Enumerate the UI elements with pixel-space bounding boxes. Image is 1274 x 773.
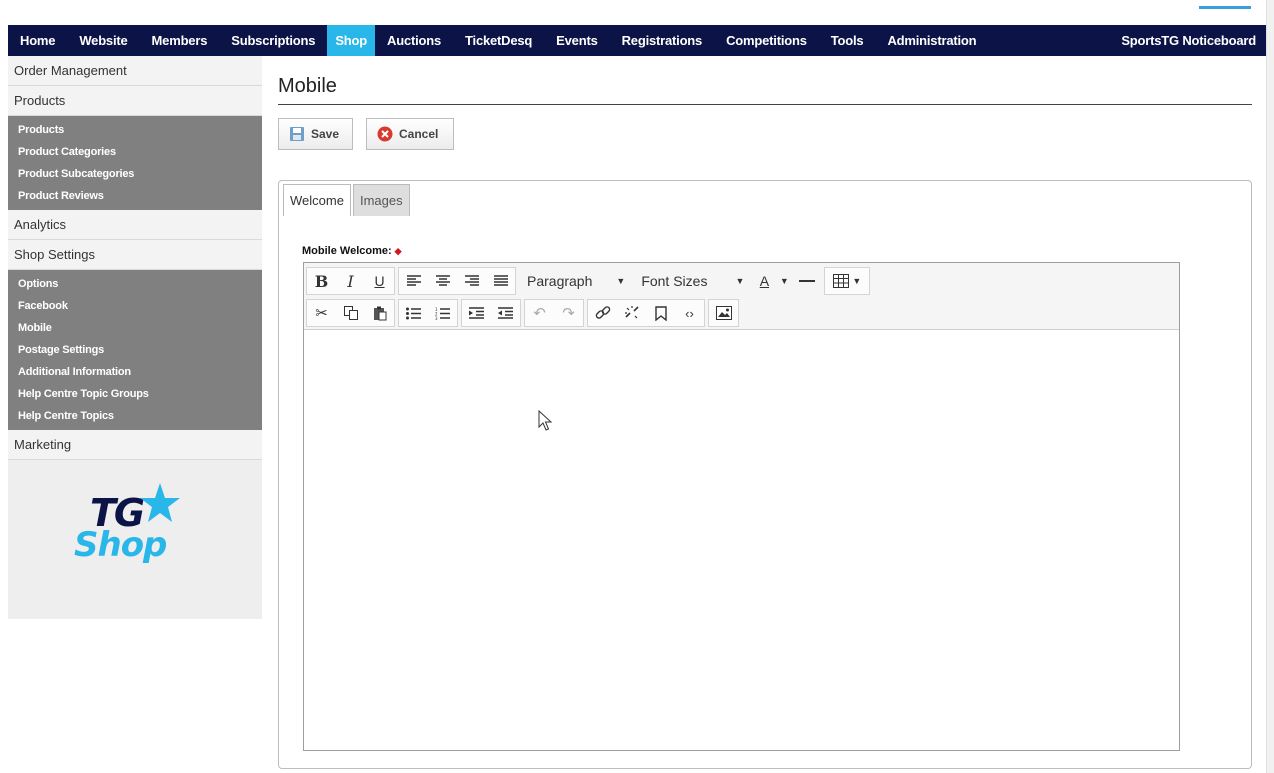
source-code-icon[interactable]: ‹› [675, 300, 704, 326]
decrease-indent-icon[interactable] [462, 300, 491, 326]
align-left-icon[interactable] [399, 268, 428, 294]
text-color-button[interactable]: A [752, 268, 776, 294]
align-right-icon[interactable] [457, 268, 486, 294]
mobile-welcome-label: Mobile Welcome: ◆ [302, 245, 402, 257]
sidebar: Order Management Products Products Produ… [8, 56, 262, 619]
link-icon[interactable] [588, 300, 617, 326]
svg-text:3: 3 [435, 316, 438, 320]
editor-content-area[interactable] [304, 330, 1179, 750]
tab-welcome[interactable]: Welcome [283, 184, 351, 216]
toolbar-row-1: B I U Paragraph ▼ Font Sizes ▼ A ▼ ▼ [306, 266, 873, 296]
nav-auctions[interactable]: Auctions [375, 25, 453, 56]
top-navigation: Home Website Members Subscriptions Shop … [8, 25, 1266, 56]
nav-competitions[interactable]: Competitions [714, 25, 819, 56]
unlink-icon[interactable] [617, 300, 646, 326]
tab-images[interactable]: Images [352, 184, 410, 216]
format-select-value: Paragraph [527, 273, 593, 289]
toolbar-row-2: ✂ 123 ↶ ↷ ‹› [306, 298, 742, 328]
undo-icon[interactable]: ↶ [525, 300, 554, 326]
field-label-text: Mobile Welcome: [302, 245, 392, 257]
cancel-label: Cancel [399, 127, 439, 141]
increase-indent-icon[interactable] [491, 300, 520, 326]
rich-text-editor: B I U Paragraph ▼ Font Sizes ▼ A ▼ ▼ ✂ 1… [303, 262, 1180, 751]
page-scrollbar[interactable] [1266, 0, 1274, 773]
numbered-list-icon[interactable]: 123 [428, 300, 457, 326]
nav-ticketdesq[interactable]: TicketDesq [453, 25, 544, 56]
bookmark-icon[interactable] [646, 300, 675, 326]
floppy-disk-icon [289, 126, 305, 142]
sidebar-item-mobile[interactable]: Mobile [8, 317, 262, 339]
chevron-down-icon: ▼ [735, 276, 745, 286]
font-size-select[interactable]: Font Sizes ▼ [633, 268, 752, 294]
nav-members[interactable]: Members [140, 25, 220, 56]
page-title: Mobile [278, 75, 337, 97]
logo-shop-text: Shop [74, 525, 167, 565]
nav-home[interactable]: Home [8, 25, 67, 56]
sidebar-item-facebook[interactable]: Facebook [8, 295, 262, 317]
redo-icon[interactable]: ↷ [554, 300, 583, 326]
products-submenu: Products Product Categories Product Subc… [8, 116, 262, 210]
title-divider [278, 104, 1252, 105]
logo-area: TG Shop [8, 451, 262, 619]
nav-noticeboard[interactable]: SportsTG Noticeboard [1109, 25, 1266, 56]
shop-settings-submenu: Options Facebook Mobile Postage Settings… [8, 270, 262, 430]
mouse-cursor-icon [538, 410, 553, 431]
nav-events[interactable]: Events [544, 25, 609, 56]
sidebar-analytics[interactable]: Analytics [8, 210, 262, 240]
nav-website[interactable]: Website [67, 25, 139, 56]
sidebar-item-postage-settings[interactable]: Postage Settings [8, 339, 262, 361]
required-marker: ◆ [394, 246, 402, 256]
star-icon [140, 483, 180, 522]
text-color-icon: A [759, 273, 770, 289]
tg-shop-logo: TG Shop [72, 483, 202, 581]
sidebar-products[interactable]: Products [8, 86, 262, 116]
sidebar-item-product-reviews[interactable]: Product Reviews [8, 185, 262, 207]
cancel-icon [377, 126, 393, 142]
nav-subscriptions[interactable]: Subscriptions [219, 25, 327, 56]
nav-registrations[interactable]: Registrations [610, 25, 714, 56]
nav-tools[interactable]: Tools [819, 25, 876, 56]
chevron-down-icon: ▼ [852, 276, 862, 286]
align-justify-icon[interactable] [486, 268, 515, 294]
sidebar-item-product-subcategories[interactable]: Product Subcategories [8, 163, 262, 185]
nav-administration[interactable]: Administration [875, 25, 988, 56]
underline-button[interactable]: U [365, 268, 394, 294]
text-color-dropdown[interactable]: ▼ [776, 268, 792, 294]
chevron-down-icon: ▼ [779, 276, 789, 286]
nav-shop[interactable]: Shop [327, 25, 376, 56]
font-size-select-value: Font Sizes [641, 273, 708, 289]
sidebar-order-management[interactable]: Order Management [8, 56, 262, 86]
chevron-down-icon: ▼ [616, 276, 626, 286]
save-label: Save [311, 127, 340, 141]
save-button[interactable]: Save [278, 118, 353, 150]
sidebar-item-additional-information[interactable]: Additional Information [8, 361, 262, 383]
sidebar-item-options[interactable]: Options [8, 273, 262, 295]
horizontal-rule-icon[interactable] [792, 268, 821, 294]
format-select[interactable]: Paragraph ▼ [519, 268, 633, 294]
copy-icon[interactable] [336, 300, 365, 326]
italic-button[interactable]: I [336, 268, 365, 294]
sidebar-item-product-categories[interactable]: Product Categories [8, 141, 262, 163]
bullet-list-icon[interactable] [399, 300, 428, 326]
sidebar-item-products[interactable]: Products [8, 119, 262, 141]
tab-bar: Welcome Images [283, 184, 412, 216]
table-icon[interactable]: ▼ [825, 268, 869, 294]
sidebar-shop-settings[interactable]: Shop Settings [8, 240, 262, 270]
sidebar-item-help-centre-topic-groups[interactable]: Help Centre Topic Groups [8, 383, 262, 405]
bold-button[interactable]: B [307, 268, 336, 294]
sidebar-item-help-centre-topics[interactable]: Help Centre Topics [8, 405, 262, 427]
top-accent-bar [1199, 6, 1251, 9]
paste-icon[interactable] [365, 300, 394, 326]
cancel-button[interactable]: Cancel [366, 118, 454, 150]
cut-icon[interactable]: ✂ [307, 300, 336, 326]
align-center-icon[interactable] [428, 268, 457, 294]
editor-toolbar: B I U Paragraph ▼ Font Sizes ▼ A ▼ ▼ ✂ 1… [304, 263, 1179, 330]
insert-image-icon[interactable] [709, 300, 738, 326]
